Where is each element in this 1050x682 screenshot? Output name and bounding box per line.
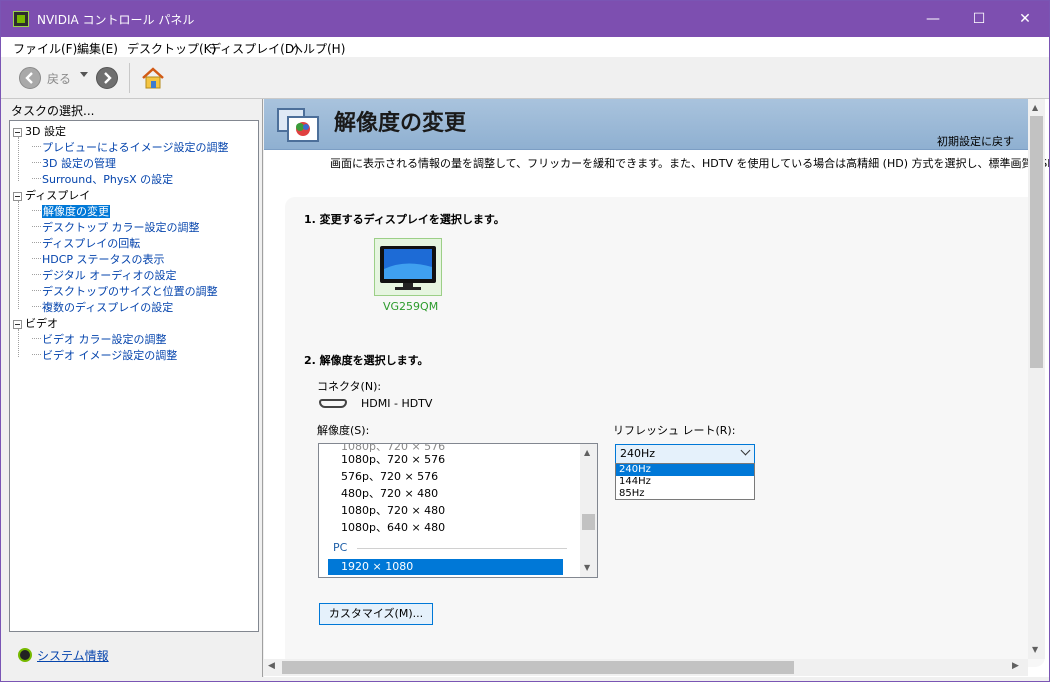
- resolution-label: 解像度(S):: [317, 424, 370, 437]
- menu-help[interactable]: ヘルプ(H): [291, 40, 345, 57]
- resolution-group-pc: PC: [333, 541, 348, 554]
- page-description: 画面に表示される情報の量を調整して、フリッカーを緩和できます。また、HDTV を…: [330, 157, 1049, 170]
- tree-item-3d-manage[interactable]: 3D 設定の管理: [32, 155, 116, 171]
- tree-item-rotate-display[interactable]: ディスプレイの回転: [31, 235, 140, 251]
- toolbar-separator: [129, 63, 130, 93]
- tree-item-image-preview[interactable]: プレビューによるイメージ設定の調整: [31, 139, 228, 155]
- system-info-link[interactable]: システム情報: [18, 647, 109, 664]
- collapse-icon[interactable]: [13, 191, 22, 201]
- resolution-row[interactable]: 576p、720 × 576: [341, 468, 438, 484]
- task-select-label: タスクの選択...: [11, 104, 95, 118]
- step1-heading: 1. 変更するディスプレイを選択します。: [304, 213, 505, 226]
- customize-button[interactable]: カスタマイズ(M)...: [319, 603, 433, 625]
- tree-item-multi-display[interactable]: 複数のディスプレイの設定: [31, 299, 173, 315]
- connector-value: HDMI - HDTV: [361, 397, 433, 410]
- home-icon[interactable]: [140, 65, 166, 91]
- back-label: 戻る: [47, 72, 72, 86]
- system-info-icon: [18, 648, 32, 662]
- refresh-option-85[interactable]: 85Hz: [616, 488, 754, 500]
- tree-group-video[interactable]: ビデオ: [13, 315, 58, 331]
- resolution-row-selected[interactable]: 1920 × 1080: [328, 559, 563, 575]
- content-horizontal-scrollbar[interactable]: ◀ ▶: [264, 659, 1028, 676]
- close-button[interactable]: ✕: [1002, 1, 1048, 37]
- menu-desktop[interactable]: デスクトップ(K): [127, 40, 216, 57]
- scroll-up-icon[interactable]: ▲: [1032, 103, 1038, 112]
- resolution-row[interactable]: 480p、720 × 480: [341, 485, 438, 501]
- content-pane: 解像度の変更 初期設定に戻す 画面に表示される情報の量を調整して、フリッカーを緩…: [264, 99, 1049, 677]
- restore-defaults-link[interactable]: 初期設定に戻す: [937, 133, 1014, 149]
- tree-item-surround-physx[interactable]: Surround、PhysX の設定: [31, 171, 173, 187]
- menu-edit[interactable]: 編集(E): [77, 40, 118, 57]
- refresh-rate-options: 240Hz 144Hz 85Hz: [615, 463, 755, 500]
- content-vertical-scrollbar[interactable]: ▲ ▼: [1028, 99, 1045, 659]
- toolbar: 戻る: [1, 57, 1049, 99]
- tree-item-digital-audio[interactable]: デジタル オーディオの設定: [32, 267, 177, 283]
- monitor-icon: [380, 246, 436, 290]
- tree-group-display[interactable]: ディスプレイ: [13, 187, 90, 203]
- refresh-rate-select[interactable]: 240Hz: [615, 444, 755, 464]
- step2-heading: 2. 解像度を選択します。: [304, 354, 429, 367]
- tree-item-video-color[interactable]: ビデオ カラー設定の調整: [32, 331, 167, 347]
- monitor-name: VG259QM: [383, 300, 439, 313]
- refresh-rate-label: リフレッシュ レート(R):: [613, 424, 736, 437]
- display-resolution-icon: [277, 108, 319, 142]
- connector-label: コネクタ(N):: [317, 380, 382, 393]
- task-pane: タスクの選択... 3D 設定 プレビューによるイメージ設定の調整 3D 設定の…: [1, 99, 263, 677]
- task-tree: 3D 設定 プレビューによるイメージ設定の調整 3D 設定の管理 Surroun…: [9, 120, 259, 632]
- refresh-option-240[interactable]: 240Hz: [616, 464, 754, 476]
- collapse-icon[interactable]: [13, 319, 22, 329]
- nvidia-control-panel-window: NVIDIA コントロール パネル — ☐ ✕ ファイル(F) 編集(E) デス…: [0, 0, 1050, 682]
- tree-item-desktop-color[interactable]: デスクトップ カラー設定の調整: [32, 219, 200, 235]
- page-header: 解像度の変更 初期設定に戻す: [264, 99, 1028, 150]
- tree-item-video-image[interactable]: ビデオ イメージ設定の調整: [31, 347, 177, 363]
- hdmi-connector-icon: [319, 399, 347, 408]
- chevron-down-icon: [740, 445, 751, 456]
- scroll-thumb[interactable]: [582, 514, 595, 530]
- display-selector-vg259qm[interactable]: [374, 238, 442, 296]
- title-bar: NVIDIA コントロール パネル — ☐ ✕: [1, 1, 1049, 37]
- scroll-up-icon[interactable]: ▲: [584, 448, 590, 457]
- scroll-down-icon[interactable]: ▼: [584, 563, 590, 572]
- scroll-right-icon[interactable]: ▶: [1012, 661, 1019, 671]
- page-title: 解像度の変更: [334, 111, 467, 136]
- window-title: NVIDIA コントロール パネル: [37, 13, 195, 27]
- tree-item-hdcp-status[interactable]: HDCP ステータスの表示: [32, 251, 165, 267]
- resolution-row[interactable]: 1080p、720 × 576: [341, 451, 445, 467]
- minimize-button[interactable]: —: [910, 1, 956, 37]
- scroll-thumb[interactable]: [1030, 116, 1043, 368]
- history-dropdown-icon[interactable]: [80, 72, 88, 77]
- scroll-down-icon[interactable]: ▼: [1032, 645, 1038, 654]
- tree-group-3d[interactable]: 3D 設定: [13, 123, 66, 139]
- back-arrow-icon: [25, 72, 33, 84]
- resolution-row[interactable]: 1080p、640 × 480: [341, 519, 445, 535]
- group-divider: [357, 548, 567, 549]
- scroll-left-icon[interactable]: ◀: [268, 661, 275, 671]
- collapse-icon[interactable]: [13, 127, 22, 137]
- resolution-list-scrollbar[interactable]: ▲ ▼: [580, 444, 597, 577]
- maximize-button[interactable]: ☐: [956, 1, 1002, 37]
- scroll-thumb[interactable]: [282, 661, 794, 674]
- forward-button[interactable]: [96, 67, 118, 89]
- tree-item-change-resolution[interactable]: 解像度の変更: [32, 203, 110, 219]
- menu-file[interactable]: ファイル(F): [13, 40, 77, 57]
- refresh-option-144[interactable]: 144Hz: [616, 476, 754, 488]
- forward-arrow-icon: [104, 72, 112, 84]
- resolution-row[interactable]: 1080p、720 × 480: [341, 502, 445, 518]
- menu-bar: ファイル(F) 編集(E) デスクトップ(K) ディスプレイ(D) ヘルプ(H): [1, 37, 1049, 57]
- menu-display[interactable]: ディスプレイ(D): [209, 40, 299, 57]
- back-button[interactable]: [19, 67, 41, 89]
- tree-item-desktop-size[interactable]: デスクトップのサイズと位置の調整: [32, 283, 218, 299]
- resolution-list[interactable]: 1080p、720 × 576 1080p、720 × 576 576p、720…: [318, 443, 598, 578]
- nvidia-app-icon: [13, 11, 29, 27]
